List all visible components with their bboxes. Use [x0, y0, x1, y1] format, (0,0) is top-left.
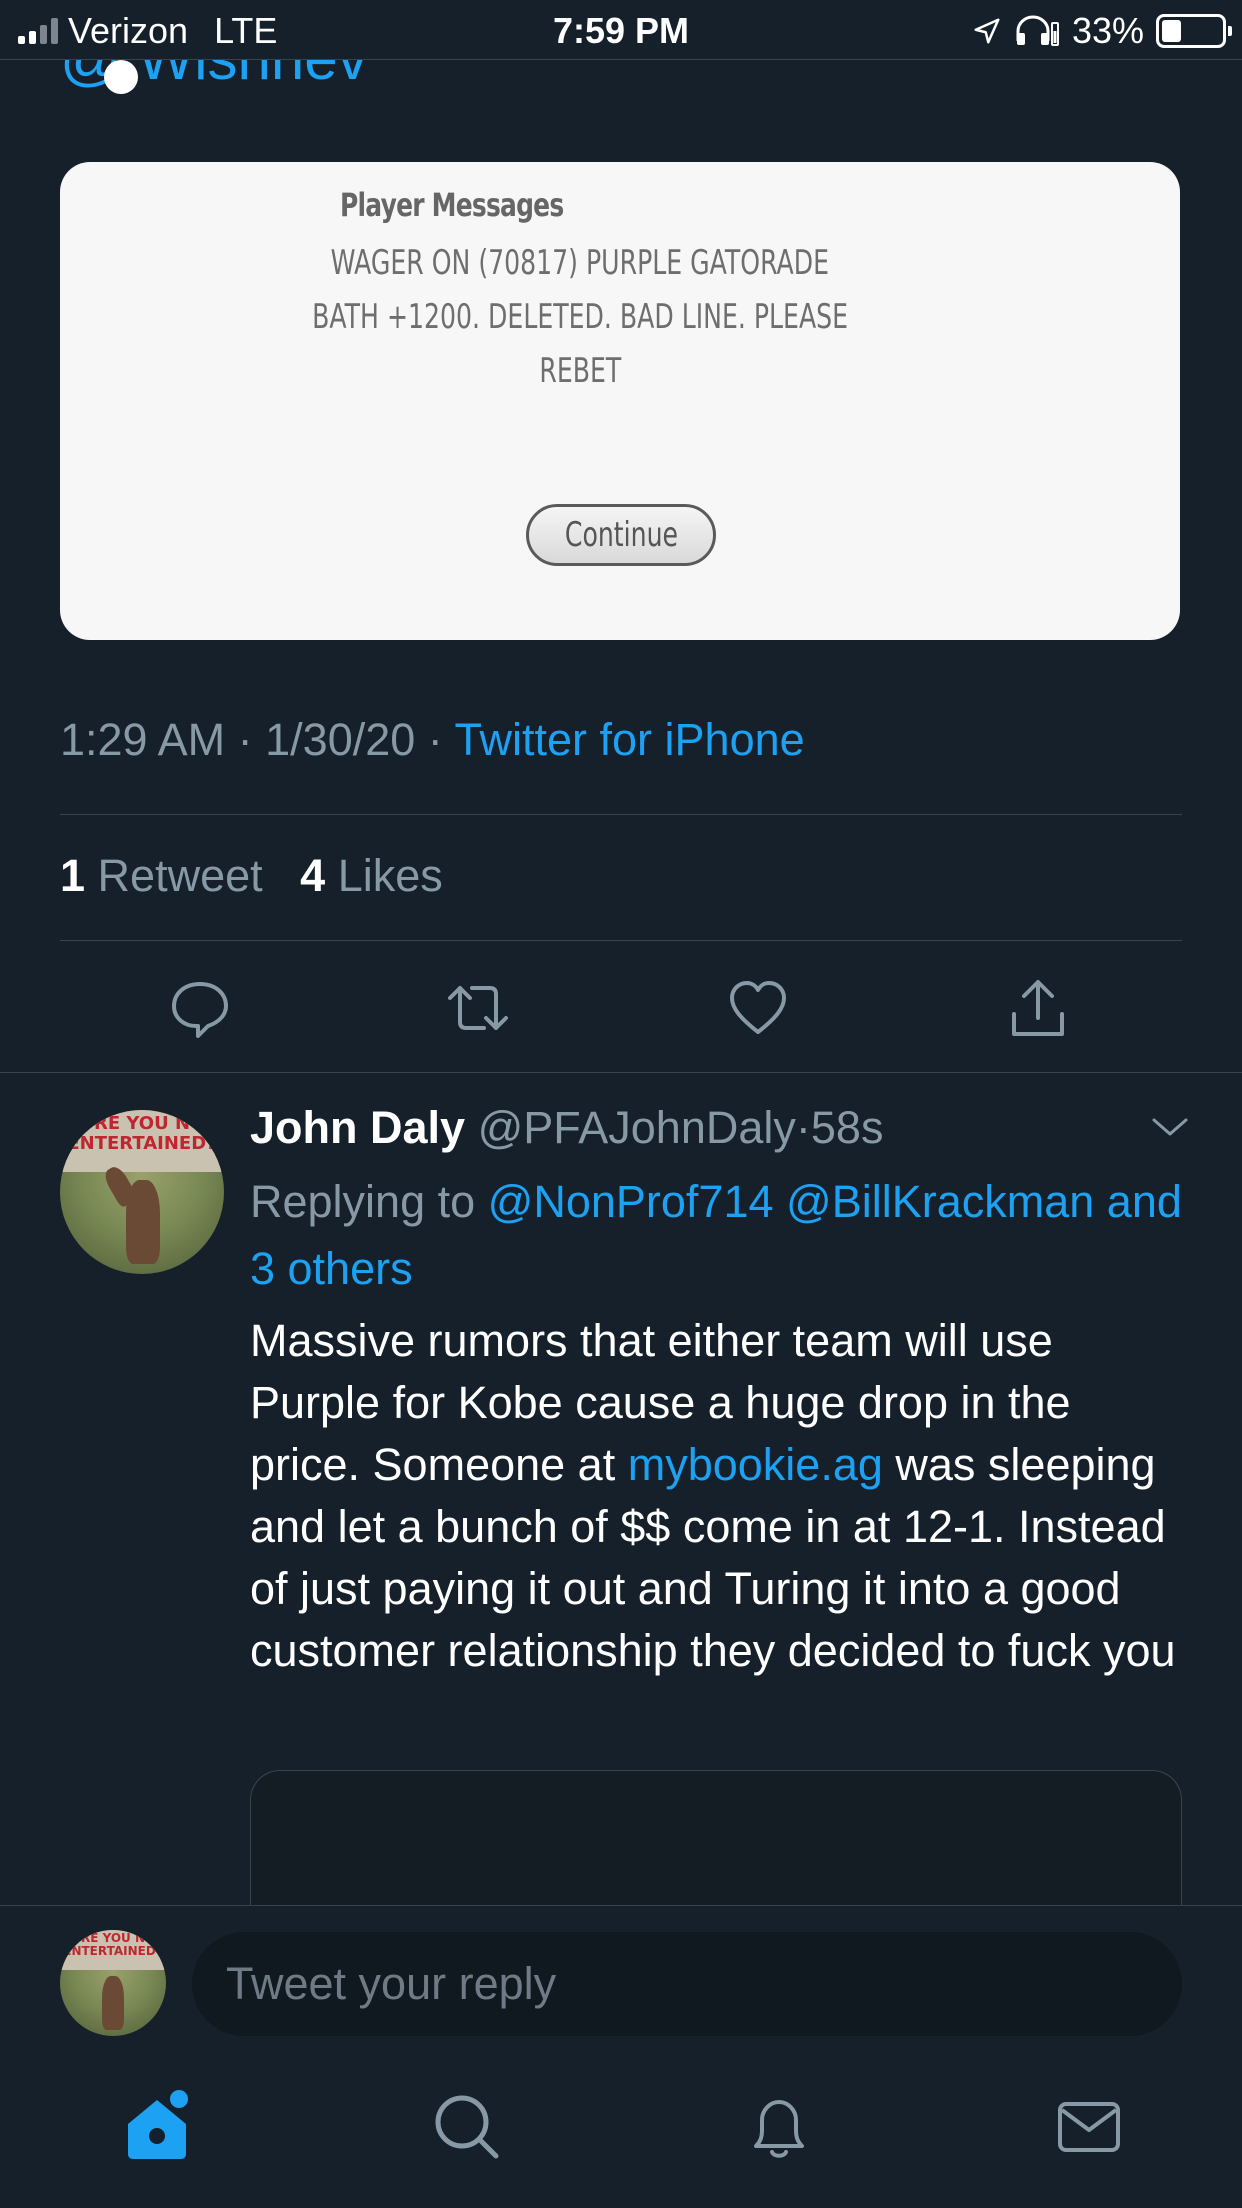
author-name[interactable]: John Daly [250, 1102, 465, 1153]
mention-link[interactable]: @BillKrackman [786, 1176, 1094, 1227]
media-message-body: WAGER ON (70817) PURPLE GATORADE BATH +1… [160, 236, 1000, 398]
media-continue-button: Continue [526, 504, 716, 566]
tweet-date: 1/30/20 [265, 714, 416, 765]
author-handle[interactable]: @PFAJohnDaly [478, 1102, 796, 1153]
tweet-text-link[interactable]: mybookie.ag [628, 1439, 883, 1490]
battery-percent: 33% [1071, 10, 1144, 51]
tweet-text: Massive rumors that either team will use… [250, 1310, 1190, 1682]
divider [60, 940, 1182, 941]
header-separator: · [795, 1102, 811, 1153]
avatar[interactable]: RE YOU N ENTERTAINED? [60, 1110, 224, 1274]
headphones-icon [1016, 15, 1059, 46]
avatar-caption: RE YOU N ENTERTAINED? [63, 1931, 163, 1958]
location-icon [974, 18, 1000, 44]
tweet-action-bar [0, 976, 1242, 1046]
retweet-label: Retweet [97, 850, 263, 901]
likes-label: Likes [337, 850, 443, 901]
like-count: 4 [300, 850, 326, 901]
media-message-line: WAGER ON (70817) PURPLE GATORADE [330, 243, 830, 283]
reply-header: John Daly @PFAJohnDaly·58s [250, 1102, 883, 1154]
retweet-count: 1 [60, 850, 86, 901]
composer-avatar: RE YOU N ENTERTAINED? [60, 1930, 166, 2036]
tweet-source-link[interactable]: Twitter for iPhone [455, 714, 805, 765]
like-icon[interactable] [726, 976, 790, 1040]
avatar-caption: RE YOU N ENTERTAINED? [67, 1113, 217, 1154]
home-new-indicator [170, 2090, 188, 2108]
messages-icon[interactable] [1052, 2090, 1126, 2164]
retweets-stat[interactable]: 1 Retweet [60, 850, 263, 901]
notifications-icon[interactable] [742, 2090, 816, 2164]
media-message-line: BATH +1200. DELETED. BAD LINE. PLEASE [312, 297, 848, 337]
meta-separator: · [427, 714, 443, 765]
meta-separator: · [237, 714, 253, 765]
replying-to: Replying to @NonProf714 @BillKrackman an… [250, 1168, 1190, 1302]
overlay-dot [104, 60, 138, 94]
tweet-stats: 1 Retweet 4 Likes [60, 850, 443, 902]
likes-stat[interactable]: 4 Likes [300, 850, 443, 901]
tweet-media-preview[interactable] [250, 1770, 1182, 1910]
retweet-icon[interactable] [446, 976, 510, 1040]
media-message-title: Player Messages [340, 186, 564, 224]
search-icon[interactable] [430, 2090, 504, 2164]
divider [0, 1072, 1242, 1073]
mention-link[interactable]: @NonProf714 [488, 1176, 774, 1227]
media-continue-label: Continue [564, 515, 678, 555]
share-icon[interactable] [1006, 976, 1070, 1040]
replying-prefix: Replying to [250, 1176, 476, 1227]
tweet-media-image[interactable]: Player Messages WAGER ON (70817) PURPLE … [60, 162, 1180, 640]
chevron-down-icon[interactable] [1150, 1112, 1190, 1142]
reply-input[interactable]: Tweet your reply [192, 1932, 1182, 2036]
tweet-meta: 1:29 AM · 1/30/20 · Twitter for iPhone [60, 714, 805, 766]
battery-icon [1156, 14, 1232, 48]
media-message-line: REBET [539, 351, 621, 391]
tweet-age: 58s [810, 1102, 884, 1153]
tab-bar [0, 2090, 1242, 2208]
divider [60, 814, 1182, 815]
reply-icon[interactable] [168, 976, 232, 1040]
tweet-time: 1:29 AM [60, 714, 226, 765]
status-bar: Verizon LTE 7:59 PM 33% [0, 0, 1242, 60]
